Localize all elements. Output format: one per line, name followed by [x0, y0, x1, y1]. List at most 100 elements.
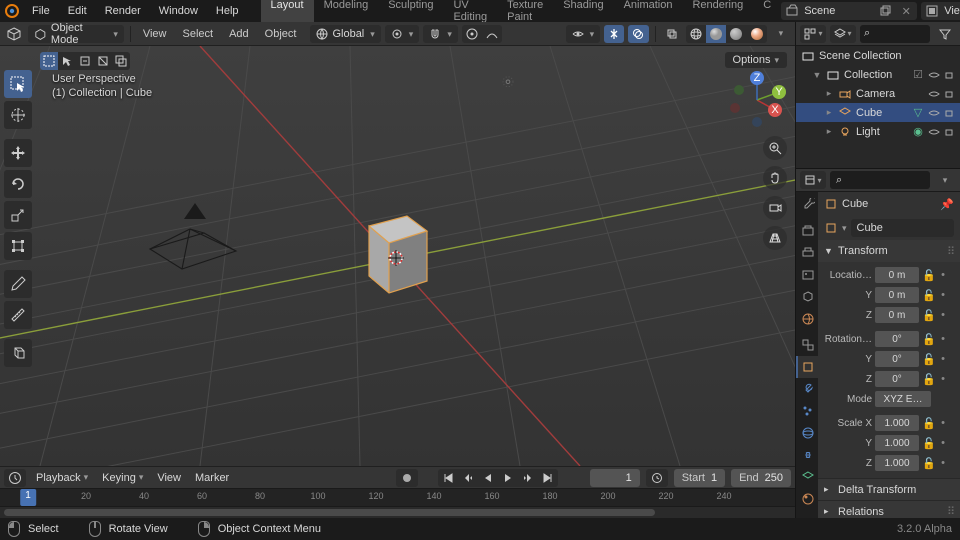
lock-icon[interactable]: 🔓: [922, 289, 936, 302]
lock-icon[interactable]: 🔓: [922, 437, 936, 450]
eye-icon[interactable]: [927, 106, 941, 120]
tool-annotate[interactable]: [4, 270, 32, 298]
lock-icon[interactable]: 🔓: [922, 333, 936, 346]
camera-icon[interactable]: [943, 106, 957, 120]
tool-scale[interactable]: [4, 201, 32, 229]
rotation-x-field[interactable]: 0°: [875, 331, 919, 347]
keyframe-dot[interactable]: •: [939, 333, 947, 345]
properties-options[interactable]: ▾: [934, 171, 956, 189]
shading-wireframe[interactable]: [686, 25, 706, 43]
keyframe-dot[interactable]: •: [939, 373, 947, 385]
tool-rotate[interactable]: [4, 170, 32, 198]
select-mode-extend[interactable]: [58, 52, 76, 70]
pan-button[interactable]: [763, 166, 787, 190]
gizmo-toggle[interactable]: [604, 25, 624, 43]
select-mode-subtract[interactable]: [76, 52, 94, 70]
mesh-data-icon[interactable]: ▽: [911, 106, 925, 120]
tool-transform[interactable]: [4, 232, 32, 260]
outliner-collection[interactable]: ▼ Collection ☑: [796, 65, 960, 84]
camera-object[interactable]: [140, 201, 240, 281]
outliner-scene-collection[interactable]: Scene Collection: [796, 46, 960, 65]
tab-physics[interactable]: [796, 422, 818, 444]
outliner-editor-type[interactable]: ▾: [800, 25, 826, 43]
orientation-selector[interactable]: Global: [310, 25, 380, 43]
keyframe-dot[interactable]: •: [939, 353, 947, 365]
outliner-camera[interactable]: ▸ Camera: [796, 84, 960, 103]
shading-rendered[interactable]: [747, 25, 767, 43]
properties-search[interactable]: ⌕: [830, 171, 930, 189]
play-reverse-button[interactable]: [478, 469, 498, 487]
keyframe-dot[interactable]: •: [939, 309, 947, 321]
pin-icon[interactable]: 📌: [940, 198, 954, 211]
mode-selector[interactable]: Object Mode: [28, 25, 124, 43]
tab-scene[interactable]: [796, 286, 818, 308]
disclosure-icon[interactable]: ▸: [824, 126, 834, 137]
scale-x-field[interactable]: 1.000: [875, 415, 919, 431]
lock-icon[interactable]: 🔓: [922, 373, 936, 386]
rotation-mode-field[interactable]: XYZ E…: [875, 391, 931, 407]
outliner-cube[interactable]: ▸ Cube ▽: [796, 103, 960, 122]
disclosure-icon[interactable]: ▸: [824, 88, 834, 99]
xray-toggle[interactable]: [662, 25, 682, 43]
viewlayer-selector[interactable]: ViewLayer ✕: [921, 2, 960, 20]
timeline-editor-type[interactable]: [4, 469, 26, 487]
menu-render[interactable]: Render: [97, 3, 149, 19]
scene-selector[interactable]: Scene ✕: [781, 2, 917, 20]
timeline-view[interactable]: View: [153, 471, 185, 485]
rotation-y-field[interactable]: 0°: [875, 351, 919, 367]
disclosure-icon[interactable]: ▼: [812, 70, 822, 80]
location-y-field[interactable]: 0 m: [875, 287, 919, 303]
tab-render[interactable]: [796, 220, 818, 242]
properties-editor-type[interactable]: ▾: [800, 171, 826, 189]
tab-output[interactable]: [796, 242, 818, 264]
tab-object[interactable]: [796, 356, 818, 378]
menu-window[interactable]: Window: [151, 3, 206, 19]
scale-y-field[interactable]: 1.000: [875, 435, 919, 451]
keyframe-dot[interactable]: •: [939, 289, 947, 301]
eye-icon[interactable]: [927, 87, 941, 101]
auto-keying-toggle[interactable]: [396, 469, 418, 487]
menu-add[interactable]: Add: [223, 25, 255, 43]
navigation-gizmo[interactable]: X Y Z: [727, 70, 787, 130]
tool-add-cube[interactable]: [4, 339, 32, 367]
tool-cursor[interactable]: [4, 101, 32, 129]
current-frame-field[interactable]: 1: [590, 469, 640, 487]
delta-transform-panel-header[interactable]: ▸Delta Transform: [818, 478, 960, 500]
camera-icon[interactable]: [943, 125, 957, 139]
tool-measure[interactable]: [4, 301, 32, 329]
select-mode-invert[interactable]: [94, 52, 112, 70]
tab-constraints[interactable]: [796, 444, 818, 466]
location-x-field[interactable]: 0 m: [875, 267, 919, 283]
scrollbar-thumb[interactable]: [4, 509, 655, 516]
location-z-field[interactable]: 0 m: [875, 307, 919, 323]
tab-modifiers[interactable]: [796, 378, 818, 400]
jump-start-button[interactable]: [438, 469, 458, 487]
3d-viewport[interactable]: Options▾ User Perspective (1) Collection…: [0, 46, 795, 466]
end-frame-field[interactable]: End250: [731, 469, 791, 487]
scale-z-field[interactable]: 1.000: [875, 455, 919, 471]
jump-end-button[interactable]: [538, 469, 558, 487]
editor-type-icon[interactable]: [4, 25, 24, 43]
lock-icon[interactable]: 🔓: [922, 417, 936, 430]
camera-icon[interactable]: [943, 87, 957, 101]
rotation-z-field[interactable]: 0°: [875, 371, 919, 387]
keyframe-dot[interactable]: •: [939, 437, 947, 449]
transform-panel-header[interactable]: ▼Transform⠿: [818, 240, 960, 262]
next-keyframe-button[interactable]: [518, 469, 538, 487]
tab-world[interactable]: [796, 308, 818, 330]
timeline-ruler[interactable]: 1 20406080100120140160180200220240: [0, 488, 795, 506]
menu-view[interactable]: View: [137, 25, 173, 43]
proportional-falloff[interactable]: [482, 25, 502, 43]
start-frame-field[interactable]: Start1: [674, 469, 725, 487]
eye-icon[interactable]: [927, 125, 941, 139]
tool-move[interactable]: [4, 139, 32, 167]
play-button[interactable]: [498, 469, 518, 487]
menu-object[interactable]: Object: [259, 25, 303, 43]
scene-delete-icon[interactable]: ✕: [898, 3, 914, 19]
shading-material[interactable]: [726, 25, 746, 43]
pivot-selector[interactable]: [385, 25, 420, 43]
shading-options[interactable]: ▾: [771, 25, 791, 43]
menu-select[interactable]: Select: [177, 25, 220, 43]
checkbox-icon[interactable]: ☑: [911, 68, 925, 82]
outliner-search[interactable]: ⌕: [860, 25, 930, 43]
